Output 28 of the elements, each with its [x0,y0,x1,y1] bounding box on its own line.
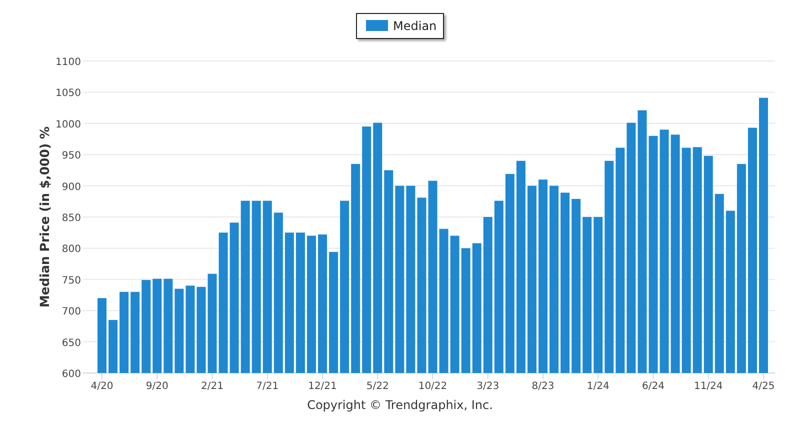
y-tick-label: 600 [62,369,81,380]
x-tick-label: 1/24 [586,381,610,392]
y-tick-label: 800 [62,244,81,256]
y-tick-label: 850 [62,213,81,224]
x-tick-label: 2/21 [201,381,224,392]
y-tick-label: 950 [62,150,81,162]
copyright-text: Copyright © Trendgraphix, Inc. [307,398,493,412]
x-tick-label: 3/23 [476,381,500,392]
x-tick-label: 4/25 [752,381,775,392]
x-tick-label: 10/22 [418,381,448,392]
x-tick-label: 7/21 [256,381,279,392]
x-tick-label: 8/23 [532,381,554,392]
y-tick-label: 900 [62,182,81,193]
bar [108,320,118,373]
y-tick-label: 1050 [56,88,81,100]
x-tick-label: 11/24 [694,381,723,392]
y-axis-title: Median Price (in $,000) % [37,126,52,308]
y-tick-label: 1000 [56,119,81,130]
x-tick-label: 4/20 [90,381,114,392]
y-tick-label: 1100 [56,57,81,68]
y-tick-label: 650 [62,338,81,349]
legend-label: Median [393,19,437,33]
x-tick-label: 9/20 [146,381,168,392]
x-tick-label: 6/24 [642,381,664,392]
x-tick-label: 5/22 [366,381,389,392]
x-tick-label: 12/21 [308,381,337,392]
y-tick-label: 700 [62,306,81,318]
y-tick-label: 750 [62,275,81,286]
